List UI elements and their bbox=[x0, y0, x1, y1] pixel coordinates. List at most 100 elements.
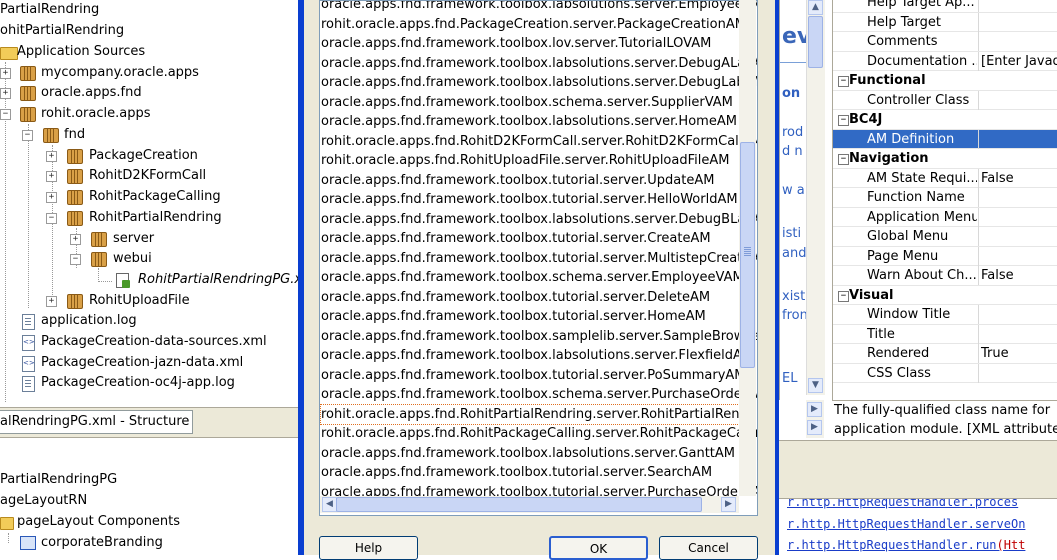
property-value[interactable]: False bbox=[978, 266, 1057, 285]
property-category[interactable]: − BC4J bbox=[833, 110, 1057, 130]
property-row[interactable]: AM State Requi... False bbox=[833, 168, 1057, 188]
property-row[interactable]: Comments bbox=[833, 32, 1057, 52]
am-list-item[interactable]: rohit.oracle.apps.fnd.PackageCreation.se… bbox=[321, 15, 746, 35]
scroll-up-icon[interactable]: ▲ bbox=[808, 0, 823, 15]
expand-icon[interactable]: + bbox=[46, 171, 57, 182]
am-list-item[interactable]: oracle.apps.fnd.framework.toolbox.tutori… bbox=[321, 463, 712, 483]
tab-structure[interactable]: alRendringPG.xml - Structure bbox=[0, 410, 193, 434]
collapse-icon[interactable]: − bbox=[70, 254, 81, 265]
am-list-item[interactable]: rohit.oracle.apps.fnd.RohitUploadFile.se… bbox=[321, 151, 729, 171]
editor-scroll-thumb[interactable] bbox=[808, 16, 823, 68]
scroll-right-icon[interactable]: ▶ bbox=[807, 402, 822, 417]
property-name: Title bbox=[867, 326, 895, 342]
property-row[interactable]: Page Menu bbox=[833, 246, 1057, 266]
am-list-item[interactable]: oracle.apps.fnd.framework.toolbox.tutori… bbox=[321, 249, 757, 269]
expand-icon[interactable]: + bbox=[46, 151, 57, 162]
am-list-item[interactable]: oracle.apps.fnd.framework.toolbox.tutori… bbox=[321, 288, 710, 308]
property-row[interactable]: AM Definition bbox=[833, 129, 1057, 149]
am-list-item[interactable]: oracle.apps.fnd.framework.toolbox.tutori… bbox=[321, 366, 746, 386]
am-list-item[interactable]: rohit.oracle.apps.fnd.RohitPackageCallin… bbox=[321, 424, 757, 444]
am-list-item[interactable]: oracle.apps.fnd.framework.toolbox.labsol… bbox=[321, 54, 757, 74]
collapse-icon[interactable]: − bbox=[838, 154, 849, 165]
am-list-item[interactable]: oracle.apps.fnd.framework.toolbox.labsol… bbox=[321, 210, 757, 230]
scroll-right-icon[interactable]: ▶ bbox=[807, 420, 822, 435]
description-scrollbar[interactable]: ▶ ▶ bbox=[806, 400, 824, 438]
am-list-item[interactable]: oracle.apps.fnd.framework.toolbox.schema… bbox=[321, 93, 733, 113]
expand-icon[interactable]: + bbox=[46, 296, 57, 307]
property-value[interactable] bbox=[978, 129, 1057, 149]
property-row[interactable]: Window Title bbox=[833, 305, 1057, 325]
property-row[interactable]: Global Menu bbox=[833, 227, 1057, 247]
am-list-item[interactable]: rohit.oracle.apps.fnd.RohitD2KFormCall.s… bbox=[321, 132, 757, 152]
am-list-item[interactable]: rohit.oracle.apps.fnd.RohitPartialRendri… bbox=[320, 403, 757, 425]
am-list-item[interactable]: oracle.apps.fnd.framework.toolbox.labsol… bbox=[321, 346, 753, 366]
am-list-item[interactable]: oracle.apps.fnd.framework.toolbox.labsol… bbox=[321, 444, 735, 464]
help-button[interactable]: Help bbox=[319, 536, 418, 560]
list-vertical-scroll-thumb[interactable] bbox=[740, 142, 755, 368]
collapse-icon[interactable]: − bbox=[0, 109, 11, 120]
property-value[interactable] bbox=[978, 246, 1057, 266]
property-value[interactable] bbox=[978, 324, 1057, 344]
scroll-right-icon[interactable]: ▶ bbox=[721, 497, 736, 512]
property-row[interactable]: Function Name bbox=[833, 188, 1057, 208]
property-row[interactable]: Rendered True bbox=[833, 344, 1057, 364]
property-row[interactable]: CSS Class bbox=[833, 363, 1057, 383]
property-value[interactable]: True bbox=[978, 344, 1057, 363]
property-row[interactable]: Documentation ...[Enter Javado bbox=[833, 51, 1057, 71]
am-list-item[interactable]: oracle.apps.fnd.framework.toolbox.labsol… bbox=[321, 73, 757, 93]
log-link[interactable]: r.http.HttpRequestHandler.serveOn bbox=[787, 514, 1025, 534]
list-horizontal-scroll-thumb[interactable] bbox=[336, 497, 702, 512]
expand-icon[interactable]: + bbox=[0, 88, 11, 99]
am-list-item[interactable]: oracle.apps.fnd.framework.toolbox.schema… bbox=[321, 268, 744, 288]
am-list-item[interactable]: oracle.apps.fnd.framework.toolbox.labsol… bbox=[321, 1, 757, 15]
tree-node-project[interactable]: PartialRendring bbox=[0, 0, 99, 20]
collapse-icon[interactable]: − bbox=[838, 115, 849, 126]
property-value[interactable] bbox=[978, 305, 1057, 324]
ok-button[interactable]: OK bbox=[549, 536, 648, 560]
cancel-button[interactable]: Cancel bbox=[659, 536, 758, 560]
property-value[interactable] bbox=[978, 363, 1057, 383]
property-row[interactable]: Help Target bbox=[833, 12, 1057, 32]
am-list-item[interactable]: oracle.apps.fnd.framework.toolbox.labsol… bbox=[321, 112, 737, 132]
property-value[interactable]: False bbox=[978, 168, 1057, 188]
log-link[interactable]: r.http.HttpRequestHandler.proces bbox=[787, 499, 1018, 512]
am-list-item[interactable]: oracle.apps.fnd.framework.toolbox.tutori… bbox=[321, 307, 706, 327]
am-list-item[interactable]: oracle.apps.fnd.framework.toolbox.lov.se… bbox=[321, 34, 711, 54]
scroll-left-icon[interactable]: ◀ bbox=[322, 497, 337, 512]
scroll-down-icon[interactable]: ▼ bbox=[808, 378, 823, 393]
expand-icon[interactable]: + bbox=[70, 234, 81, 245]
property-category[interactable]: − Functional bbox=[833, 71, 1057, 91]
am-list-item[interactable]: oracle.apps.fnd.framework.toolbox.tutori… bbox=[321, 190, 738, 210]
property-value[interactable] bbox=[978, 188, 1057, 207]
property-category[interactable]: − Navigation bbox=[833, 149, 1057, 169]
am-list-item[interactable]: oracle.apps.fnd.framework.toolbox.tutori… bbox=[321, 171, 714, 191]
tree-node-project-root[interactable]: ohitPartialRendring bbox=[0, 21, 124, 41]
expand-icon[interactable]: + bbox=[46, 192, 57, 203]
collapse-icon[interactable]: − bbox=[22, 130, 33, 141]
log-link[interactable]: r.http.HttpRequestHandler.run(Htt bbox=[787, 535, 1025, 555]
structure-node-page[interactable]: PartialRendringPG bbox=[0, 470, 117, 490]
property-value[interactable] bbox=[978, 0, 1057, 12]
am-list-item[interactable]: oracle.apps.fnd.framework.toolbox.tutori… bbox=[321, 229, 711, 249]
collapse-icon[interactable]: − bbox=[46, 213, 57, 224]
property-row[interactable]: Help Target Ap... bbox=[833, 0, 1057, 13]
property-value[interactable] bbox=[978, 32, 1057, 51]
property-row[interactable]: Controller Class bbox=[833, 90, 1057, 110]
collapse-icon[interactable]: − bbox=[838, 290, 849, 302]
property-value[interactable]: [Enter Javado bbox=[978, 51, 1057, 71]
property-category[interactable]: − Visual bbox=[833, 286, 1057, 305]
am-list-item[interactable]: oracle.apps.fnd.framework.toolbox.sample… bbox=[321, 327, 757, 347]
structure-node-pagelayout[interactable]: ageLayoutRN bbox=[0, 491, 87, 511]
editor-vertical-scrollbar[interactable]: ▲ ▼ bbox=[806, 0, 825, 395]
am-definition-list[interactable]: oracle.apps.fnd.framework.toolbox.labsol… bbox=[319, 0, 758, 516]
am-list-item[interactable]: oracle.apps.fnd.framework.toolbox.schema… bbox=[321, 385, 757, 405]
property-row[interactable]: Application Menu bbox=[833, 207, 1057, 227]
property-row[interactable]: Title bbox=[833, 324, 1057, 344]
collapse-icon[interactable]: − bbox=[838, 76, 849, 87]
property-value[interactable] bbox=[978, 90, 1057, 110]
property-value[interactable] bbox=[978, 12, 1057, 32]
property-value[interactable] bbox=[978, 207, 1057, 227]
expand-icon[interactable]: + bbox=[0, 68, 11, 79]
property-row[interactable]: Warn About Ch... False bbox=[833, 266, 1057, 286]
property-value[interactable] bbox=[978, 227, 1057, 246]
